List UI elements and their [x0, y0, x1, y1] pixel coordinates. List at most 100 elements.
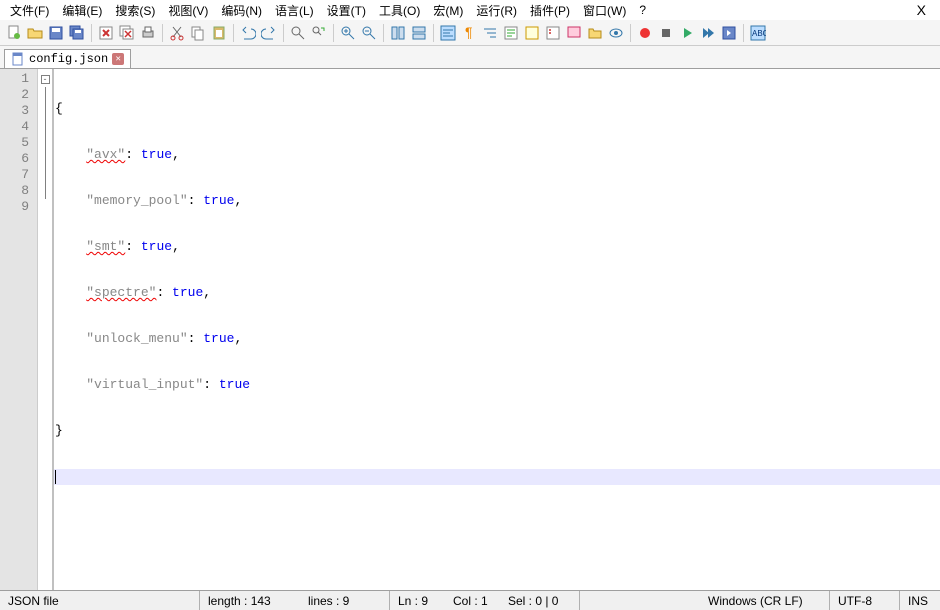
menu-help[interactable]: ?	[633, 1, 652, 19]
find-icon[interactable]	[288, 23, 308, 43]
line-number: 2	[0, 87, 37, 103]
sync-vert-icon[interactable]	[388, 23, 408, 43]
new-file-icon[interactable]	[4, 23, 24, 43]
line-number: 3	[0, 103, 37, 119]
status-encoding[interactable]: UTF-8	[830, 591, 900, 610]
code-content[interactable]: { "avx": true, "memory_pool": true, "smt…	[54, 69, 940, 590]
file-icon	[11, 52, 25, 66]
code-line: }	[54, 423, 940, 439]
toolbar: ¶ ABC	[0, 20, 940, 46]
fold-line	[45, 103, 46, 119]
menu-plugins[interactable]: 插件(P)	[524, 0, 576, 21]
show-all-chars-icon[interactable]: ¶	[459, 23, 479, 43]
fold-line	[45, 167, 46, 183]
status-lines: lines : 9	[300, 591, 390, 610]
record-macro-icon[interactable]	[635, 23, 655, 43]
svg-text:¶: ¶	[465, 25, 473, 40]
save-macro-icon[interactable]	[719, 23, 739, 43]
tab-filename: config.json	[29, 52, 108, 66]
tab-bar: config.json ✕	[0, 46, 940, 68]
user-lang-icon[interactable]	[501, 23, 521, 43]
line-number: 1	[0, 71, 37, 87]
code-line: "virtual_input": true	[54, 377, 940, 393]
toolbar-separator	[233, 24, 234, 42]
code-line: "unlock_menu": true,	[54, 331, 940, 347]
toolbar-separator	[630, 24, 631, 42]
tab-config-json[interactable]: config.json ✕	[4, 49, 131, 68]
menu-edit[interactable]: 编辑(E)	[56, 0, 108, 21]
menu-tools[interactable]: 工具(O)	[373, 0, 426, 21]
close-icon[interactable]	[96, 23, 116, 43]
code-line: "avx": true,	[54, 147, 940, 163]
code-line: "smt": true,	[54, 239, 940, 255]
paste-icon[interactable]	[209, 23, 229, 43]
toolbar-separator	[333, 24, 334, 42]
play-multi-icon[interactable]	[698, 23, 718, 43]
menu-settings[interactable]: 设置(T)	[321, 0, 372, 21]
menu-macro[interactable]: 宏(M)	[427, 0, 469, 21]
open-file-icon[interactable]	[25, 23, 45, 43]
save-all-icon[interactable]	[67, 23, 87, 43]
doc-list-icon[interactable]	[543, 23, 563, 43]
toolbar-separator	[433, 24, 434, 42]
svg-text:ABC: ABC	[752, 29, 766, 38]
undo-icon[interactable]	[238, 23, 258, 43]
function-list-icon[interactable]	[564, 23, 584, 43]
fold-line	[45, 119, 46, 135]
doc-map-icon[interactable]	[522, 23, 542, 43]
indent-guide-icon[interactable]	[480, 23, 500, 43]
wordwrap-icon[interactable]	[438, 23, 458, 43]
status-sel: Sel : 0 | 0	[500, 591, 580, 610]
code-line-current	[54, 469, 940, 485]
status-bar: JSON file length : 143 lines : 9 Ln : 9 …	[0, 590, 940, 610]
status-col: Col : 1	[445, 591, 500, 610]
notepad-plus-plus-window: 文件(F) 编辑(E) 搜索(S) 视图(V) 编码(N) 语言(L) 设置(T…	[0, 0, 940, 610]
menu-file[interactable]: 文件(F)	[4, 0, 55, 21]
play-macro-icon[interactable]	[677, 23, 697, 43]
fold-line	[45, 87, 46, 103]
code-line: "spectre": true,	[54, 285, 940, 301]
fold-line	[45, 135, 46, 151]
line-number: 8	[0, 183, 37, 199]
cut-icon[interactable]	[167, 23, 187, 43]
toolbar-separator	[283, 24, 284, 42]
redo-icon[interactable]	[259, 23, 279, 43]
editor-area[interactable]: 1 2 3 4 5 6 7 8 9 - { "avx": true, "mem	[0, 68, 940, 590]
menu-search[interactable]: 搜索(S)	[109, 0, 161, 21]
monitoring-icon[interactable]	[606, 23, 626, 43]
fold-margin: -	[38, 69, 52, 590]
code-line: {	[54, 101, 940, 117]
zoom-in-icon[interactable]	[338, 23, 358, 43]
line-number-gutter: 1 2 3 4 5 6 7 8 9	[0, 69, 38, 590]
line-number: 7	[0, 167, 37, 183]
menu-run[interactable]: 运行(R)	[470, 0, 523, 21]
menu-view[interactable]: 视图(V)	[162, 0, 214, 21]
stop-macro-icon[interactable]	[656, 23, 676, 43]
status-length: length : 143	[200, 591, 300, 610]
status-filetype: JSON file	[0, 591, 200, 610]
fold-toggle-icon[interactable]: -	[41, 75, 50, 84]
toolbar-separator	[383, 24, 384, 42]
tab-close-icon[interactable]: ✕	[112, 53, 124, 65]
line-number: 4	[0, 119, 37, 135]
window-close-button[interactable]: X	[907, 2, 936, 18]
menu-window[interactable]: 窗口(W)	[577, 0, 632, 21]
line-number: 9	[0, 199, 37, 215]
menu-bar: 文件(F) 编辑(E) 搜索(S) 视图(V) 编码(N) 语言(L) 设置(T…	[0, 0, 940, 20]
status-insert-mode[interactable]: INS	[900, 591, 940, 610]
menu-encoding[interactable]: 编码(N)	[215, 0, 268, 21]
line-number: 6	[0, 151, 37, 167]
zoom-out-icon[interactable]	[359, 23, 379, 43]
print-icon[interactable]	[138, 23, 158, 43]
menu-language[interactable]: 语言(L)	[269, 0, 320, 21]
toolbar-separator	[743, 24, 744, 42]
close-all-icon[interactable]	[117, 23, 137, 43]
line-number: 5	[0, 135, 37, 151]
copy-icon[interactable]	[188, 23, 208, 43]
save-icon[interactable]	[46, 23, 66, 43]
folder-workspace-icon[interactable]	[585, 23, 605, 43]
status-eol[interactable]: Windows (CR LF)	[700, 591, 830, 610]
spellcheck-icon[interactable]: ABC	[748, 23, 768, 43]
sync-horiz-icon[interactable]	[409, 23, 429, 43]
replace-icon[interactable]	[309, 23, 329, 43]
